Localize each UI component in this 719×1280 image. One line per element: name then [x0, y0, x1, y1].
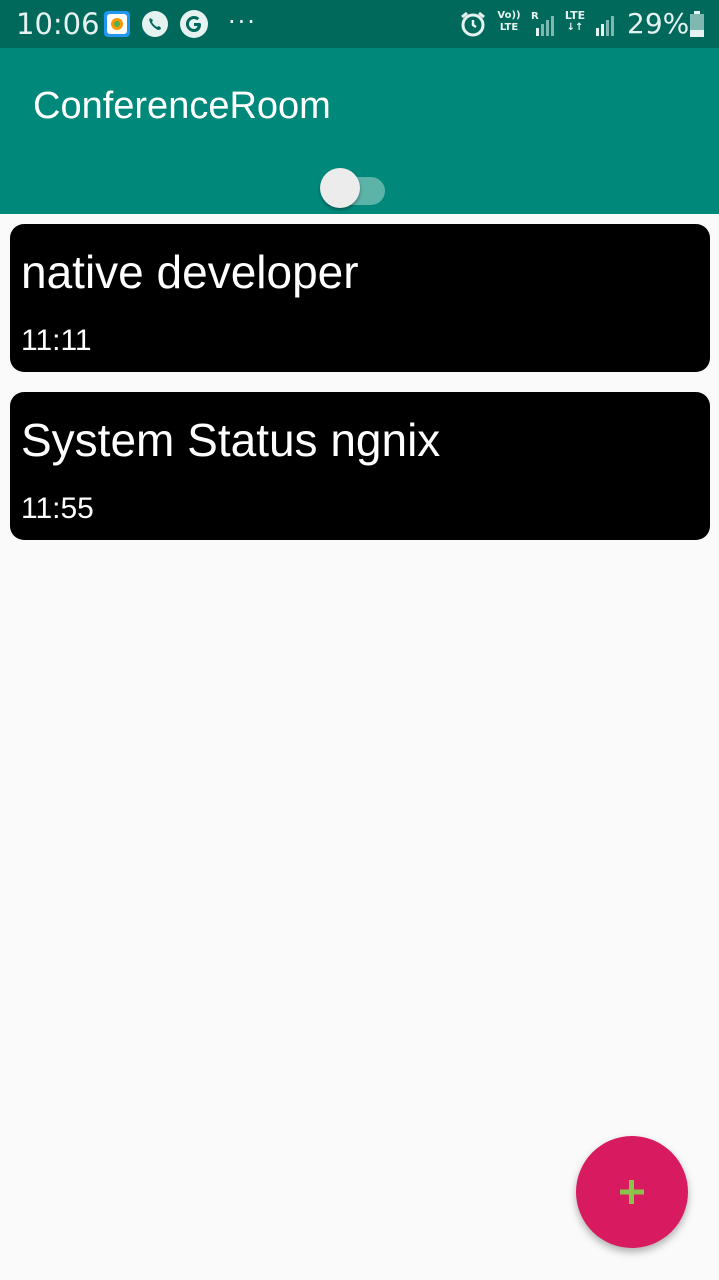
- battery-icon: [690, 11, 704, 37]
- room-time: 11:55: [21, 492, 94, 525]
- toggle-thumb: [320, 168, 360, 208]
- room-title: System Status ngnix: [21, 414, 441, 466]
- plus-icon: [620, 1180, 644, 1204]
- app-title: ConferenceRoom: [33, 85, 331, 127]
- status-time: 10:06: [16, 7, 100, 41]
- svg-text:R: R: [531, 11, 539, 22]
- room-card[interactable]: native developer 11:11: [10, 224, 710, 372]
- room-card[interactable]: System Status ngnix 11:55: [10, 392, 710, 540]
- app-bar: ConferenceRoom: [0, 48, 719, 214]
- signal-icon: [596, 16, 614, 36]
- add-room-button[interactable]: [576, 1136, 688, 1248]
- room-time: 11:11: [21, 324, 92, 357]
- data-arrows-icon: ↓↑: [566, 22, 584, 33]
- volte-bottom-label: LTE: [499, 22, 519, 33]
- photos-app-icon: [104, 11, 130, 37]
- alarm-icon: [461, 11, 485, 37]
- lte-label: LTE: [564, 9, 586, 22]
- phone-call-icon: [142, 11, 168, 37]
- lte-icon: LTE ↓↑: [562, 10, 588, 38]
- battery-percent: 29%: [627, 7, 690, 40]
- signal-icon: R: [531, 11, 554, 36]
- volte-top-label: Vo)): [497, 10, 521, 21]
- screen: 10:06 ··· Vo)) LTE R LTE ↓↑ 29% Conferen…: [0, 0, 719, 1280]
- volte-icon: Vo)) LTE: [496, 10, 522, 38]
- google-icon: [180, 10, 208, 38]
- status-bar: 10:06 ··· Vo)) LTE R LTE ↓↑ 29%: [0, 0, 719, 48]
- more-notifications-indicator: ···: [228, 8, 257, 36]
- toggle-switch[interactable]: [318, 166, 388, 208]
- room-title: native developer: [21, 246, 359, 298]
